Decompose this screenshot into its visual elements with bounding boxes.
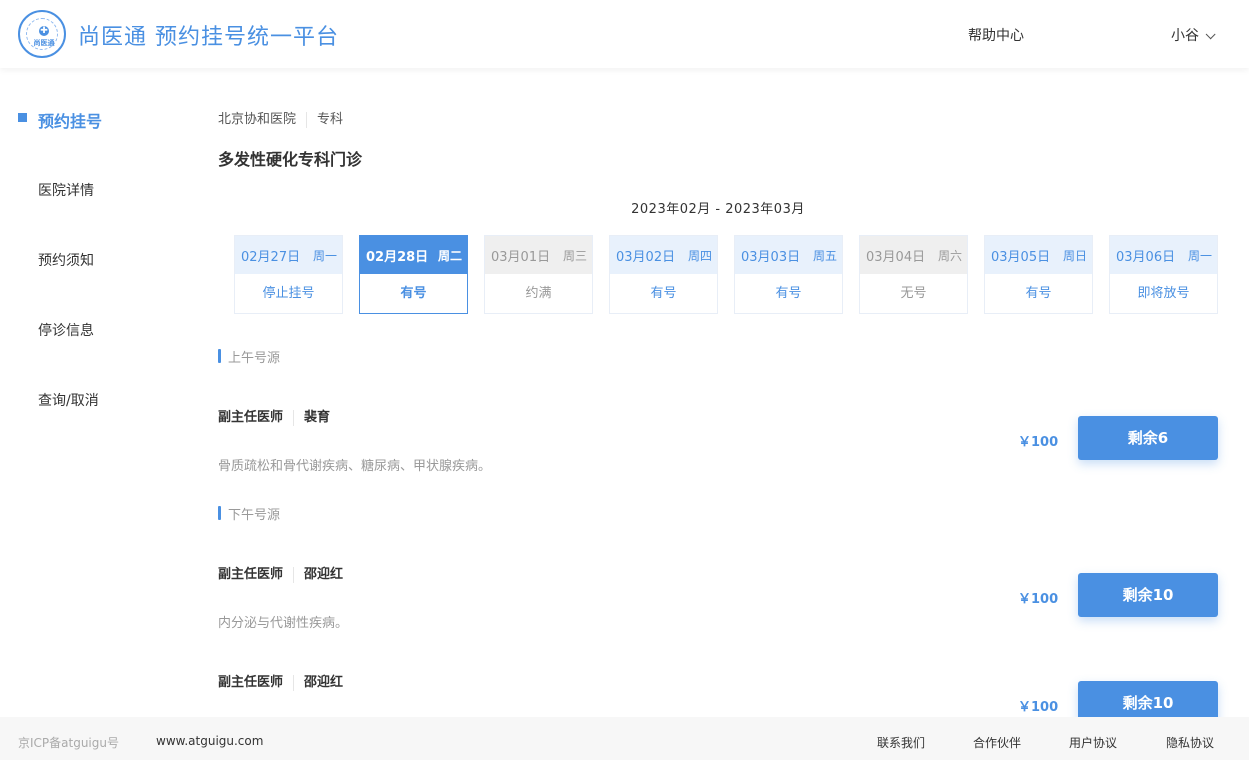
doctor-name: 邵迎红 — [304, 675, 344, 690]
doctor-specialty: 骨质疏松和骨代谢疾病、糖尿病、甲状腺疾病。 — [218, 459, 492, 474]
doctor-title: 副主任医师 — [218, 567, 284, 582]
weekday-label: 周三 — [562, 248, 587, 263]
morning-section-label: 上午号源 — [218, 347, 280, 366]
brand-title[interactable]: 尚医通 预约挂号统一平台 — [78, 19, 339, 51]
doctor-name: 裴育 — [304, 410, 331, 425]
date-card[interactable]: 02月27日 周一 停止挂号 — [234, 235, 343, 314]
date-card[interactable]: 03月03日 周五 有号 — [734, 235, 843, 314]
date-label: 02月27日 — [241, 249, 301, 265]
date-label: 03月04日 — [866, 249, 926, 265]
logo-icon[interactable]: ✚ 尚医通 — [18, 10, 66, 58]
date-status: 有号 — [1025, 286, 1052, 301]
date-label: 03月06日 — [1116, 249, 1176, 265]
date-label: 02月28日 — [366, 249, 429, 265]
help-center-link[interactable]: 帮助中心 — [968, 25, 1024, 45]
weekday-label: 周六 — [937, 248, 962, 263]
footer: 京ICP备atguigu号 www.atguigu.com 联系我们 合作伙伴 … — [0, 717, 1249, 760]
date-card-head: 02月28日 周二 — [360, 236, 467, 274]
icp-record: 京ICP备atguigu号 — [18, 736, 119, 750]
doctor-title: 副主任医师 — [218, 675, 284, 690]
footer-link-contact[interactable]: 联系我们 — [877, 734, 925, 751]
site-url[interactable]: www.atguigu.com — [156, 734, 263, 748]
logo-inner-ring: ✚ 尚医通 — [26, 18, 58, 50]
price-label: ￥100 — [1018, 435, 1059, 450]
footer-link-privacy[interactable]: 隐私协议 — [1166, 734, 1214, 751]
doctor-divider — [293, 566, 295, 583]
date-status: 无号 — [900, 286, 927, 301]
date-card-head: 03月06日 周一 — [1110, 236, 1217, 274]
footer-link-user-agreement[interactable]: 用户协议 — [1069, 734, 1117, 751]
price-label: ￥100 — [1018, 700, 1059, 715]
medical-cross-icon: ✚ — [39, 26, 49, 36]
doctor-info: 副主任医师 邵迎红 — [218, 671, 343, 691]
date-card[interactable]: 03月01日 周三 约满 — [484, 235, 593, 314]
remaining-slots-button[interactable]: 剩余6 — [1078, 416, 1218, 460]
chevron-down-icon — [1205, 29, 1216, 40]
top-header: ✚ 尚医通 尚医通 预约挂号统一平台 帮助中心 小谷 — [0, 0, 1249, 68]
weekday-label: 周四 — [687, 248, 712, 263]
department-title: 多发性硬化专科门诊 — [218, 150, 363, 169]
date-status: 有号 — [650, 286, 677, 301]
date-status: 停止挂号 — [262, 286, 315, 301]
date-label: 03月03日 — [741, 249, 801, 265]
weekday-label: 周二 — [437, 248, 462, 263]
breadcrumb: 北京协和医院 专科 — [218, 108, 343, 128]
date-card-head: 03月04日 周六 — [860, 236, 967, 274]
date-label: 03月02日 — [616, 249, 676, 265]
remaining-slots-button[interactable]: 剩余10 — [1078, 573, 1218, 617]
breadcrumb-divider — [306, 111, 308, 128]
date-label: 03月01日 — [491, 249, 551, 265]
date-card-selected[interactable]: 02月28日 周二 有号 — [359, 235, 468, 314]
sidebar-item-booking-notice[interactable]: 预约须知 — [38, 250, 94, 270]
doctor-divider — [293, 409, 295, 426]
doctor-name: 邵迎红 — [304, 567, 344, 582]
active-marker-icon — [18, 113, 27, 122]
afternoon-section-label: 下午号源 — [218, 504, 280, 523]
doctor-divider — [293, 674, 295, 691]
weekday-label: 周日 — [1062, 248, 1087, 263]
logo-text: 尚医通 — [33, 39, 55, 47]
date-card[interactable]: 03月02日 周四 有号 — [609, 235, 718, 314]
weekday-label: 周一 — [312, 248, 337, 263]
sidebar-item-booking[interactable]: 预约挂号 — [38, 108, 102, 132]
date-card[interactable]: 03月05日 周日 有号 — [984, 235, 1093, 314]
breadcrumb-category[interactable]: 专科 — [317, 112, 343, 127]
date-card-head: 03月05日 周日 — [985, 236, 1092, 274]
user-name: 小谷 — [1171, 28, 1199, 44]
date-card-head: 03月01日 周三 — [485, 236, 592, 274]
date-status: 即将放号 — [1137, 286, 1190, 301]
date-status: 有号 — [400, 286, 427, 301]
month-range: 2023年02月 - 2023年03月 — [631, 202, 805, 217]
sidebar-item-query-cancel[interactable]: 查询/取消 — [38, 390, 99, 410]
doctor-specialty: 内分泌与代谢性疾病。 — [218, 616, 349, 631]
doctor-info: 副主任医师 邵迎红 — [218, 563, 343, 583]
date-label: 03月05日 — [991, 249, 1051, 265]
doctor-info: 副主任医师 裴育 — [218, 406, 330, 426]
user-menu[interactable]: 小谷 — [1171, 25, 1216, 45]
date-card-head: 03月03日 周五 — [735, 236, 842, 274]
date-card[interactable]: 03月06日 周一 即将放号 — [1109, 235, 1218, 314]
doctor-title: 副主任医师 — [218, 410, 284, 425]
date-status: 有号 — [775, 286, 802, 301]
sidebar-item-hospital-detail[interactable]: 医院详情 — [38, 180, 94, 200]
breadcrumb-hospital[interactable]: 北京协和医院 — [218, 112, 296, 127]
date-card-head: 02月27日 周一 — [235, 236, 342, 274]
weekday-label: 周一 — [1187, 248, 1212, 263]
weekday-label: 周五 — [812, 248, 837, 263]
price-label: ￥100 — [1018, 592, 1059, 607]
date-card-head: 03月02日 周四 — [610, 236, 717, 274]
date-card[interactable]: 03月04日 周六 无号 — [859, 235, 968, 314]
sidebar-item-suspension-info[interactable]: 停诊信息 — [38, 320, 94, 340]
footer-link-partners[interactable]: 合作伙伴 — [973, 734, 1021, 751]
date-status: 约满 — [525, 286, 552, 301]
